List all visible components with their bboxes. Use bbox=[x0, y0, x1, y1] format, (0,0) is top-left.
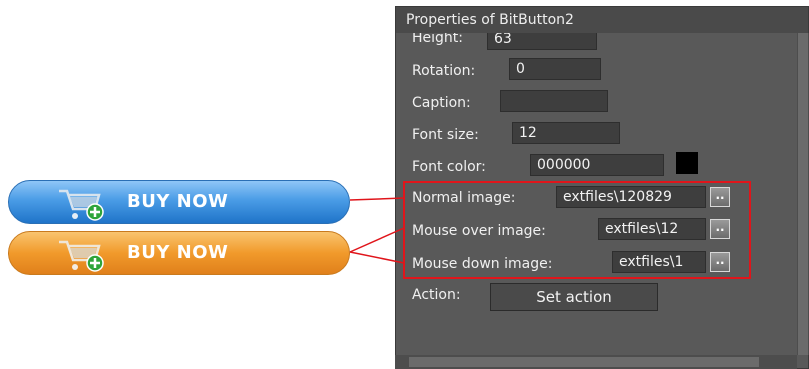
connector-normal bbox=[349, 197, 405, 201]
connector-over bbox=[349, 227, 405, 253]
connector-down bbox=[349, 251, 405, 264]
connector-lines bbox=[349, 197, 405, 264]
